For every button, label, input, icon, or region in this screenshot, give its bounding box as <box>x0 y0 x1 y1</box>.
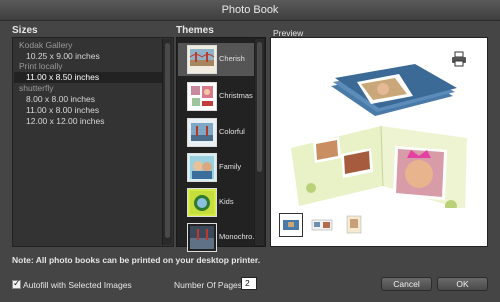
theme-item-colorful[interactable]: Colorful <box>178 116 257 149</box>
size-option[interactable]: 11.00 x 8.00 inches <box>14 105 164 116</box>
theme-item-christmas[interactable]: Christmas <box>178 80 257 113</box>
spread-preview-thumbnail[interactable] <box>311 213 335 237</box>
desktop-printer-note: Note: All photo books can be printed on … <box>12 255 261 265</box>
checkmark-icon: ✓ <box>13 278 21 288</box>
size-option[interactable]: 8.00 x 8.00 inches <box>14 94 164 105</box>
title-bar[interactable]: Photo Book <box>0 0 500 21</box>
preview-pane <box>270 37 488 247</box>
theme-label: Cherish <box>219 54 245 63</box>
theme-label: Colorful <box>219 127 245 136</box>
kids-photo-thumb <box>187 188 217 217</box>
theme-label: Monochro... <box>219 232 259 241</box>
size-group-print-locally: Print locally <box>19 61 63 71</box>
sizes-list-panel: Kodak Gallery 10.25 x 9.00 inches Print … <box>12 37 174 247</box>
theme-label: Christmas <box>219 91 253 100</box>
window-title: Photo Book <box>221 4 279 16</box>
size-option[interactable]: 12.00 x 12.00 inches <box>14 116 164 127</box>
themes-scroll-thumb[interactable] <box>257 42 262 172</box>
monochrome-thumb <box>187 223 217 252</box>
page-preview-thumbnail[interactable] <box>343 213 367 237</box>
size-option-selected[interactable]: 11.00 x 8.50 inches <box>14 72 164 83</box>
theme-item-kids[interactable]: Kids <box>178 186 257 219</box>
size-group-kodak: Kodak Gallery <box>19 40 73 50</box>
autofill-checkbox[interactable]: ✓ <box>12 278 21 289</box>
themes-scrollbar[interactable] <box>254 39 264 245</box>
ok-button[interactable]: OK <box>437 277 488 291</box>
cover-preview-thumbnail[interactable] <box>279 213 303 237</box>
theme-label: Family <box>219 162 242 171</box>
sizes-scroll-thumb[interactable] <box>165 43 170 238</box>
autofill-label[interactable]: Autofill with Selected Images <box>23 280 132 290</box>
sizes-scrollbar[interactable] <box>162 39 172 245</box>
size-group-shutterfly: shutterfly <box>19 83 54 93</box>
family-photo-thumb <box>187 153 217 182</box>
photo-book-dialog: Photo Book Sizes Themes Preview Kodak Ga… <box>0 0 500 302</box>
number-of-pages-label: Number Of Pages: <box>174 280 245 290</box>
theme-item-family[interactable]: Family <box>178 151 257 184</box>
sizes-list[interactable]: Kodak Gallery 10.25 x 9.00 inches Print … <box>14 39 164 245</box>
number-of-pages-input[interactable]: 2 <box>241 277 257 290</box>
christmas-photo-thumb <box>187 82 217 111</box>
theme-item-cherish[interactable]: Cherish <box>178 43 257 76</box>
sizes-heading: Sizes <box>12 25 38 36</box>
theme-label: Kids <box>219 197 234 206</box>
themes-list[interactable]: Cherish Christmas Colorful Family Kids M… <box>176 37 266 252</box>
bridge-blue-thumb <box>187 118 217 147</box>
theme-item-monochrome[interactable]: Monochro... <box>178 221 259 254</box>
bridge-photo-thumb <box>187 45 217 74</box>
cancel-button[interactable]: Cancel <box>381 277 432 291</box>
themes-heading: Themes <box>176 25 214 36</box>
photo-book-preview-image <box>291 64 467 208</box>
